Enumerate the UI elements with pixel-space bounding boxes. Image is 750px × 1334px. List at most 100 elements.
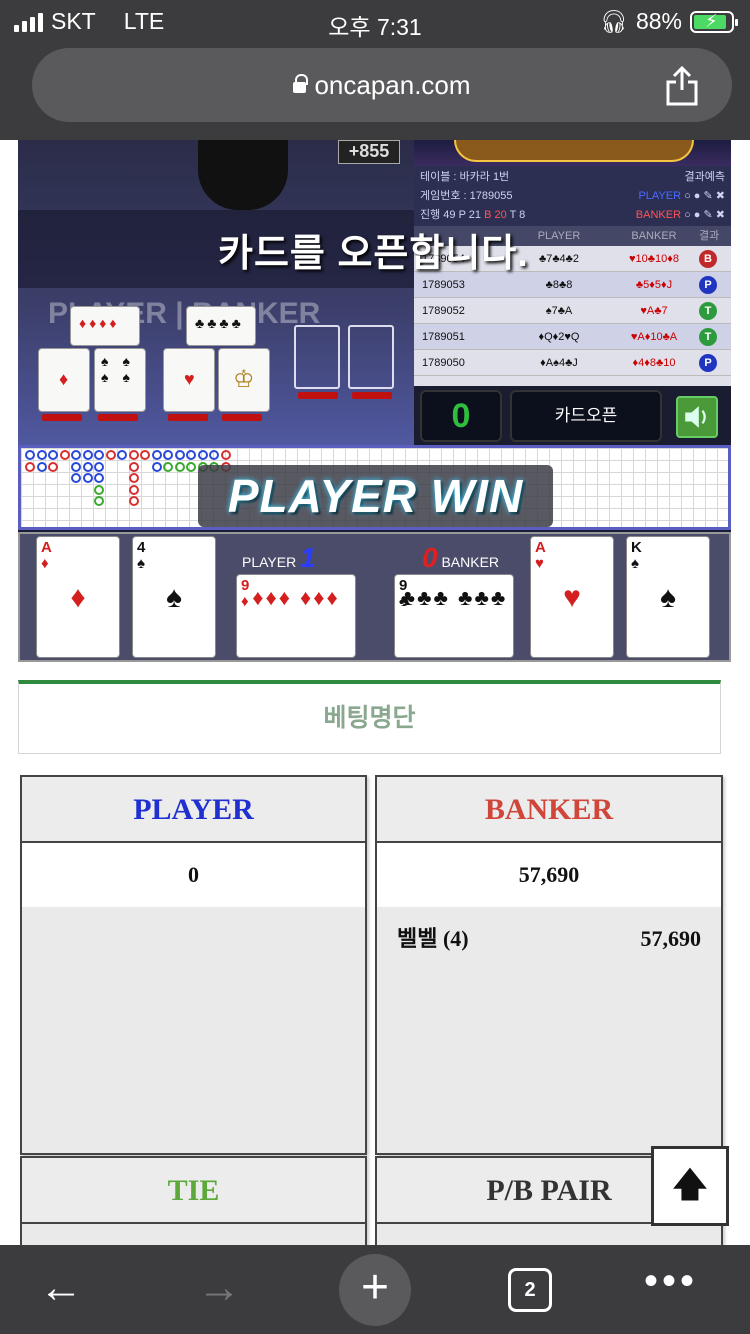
road-bead [36,461,47,472]
playing-card: K ♠ ♠ [626,536,710,658]
forward-arrow-icon[interactable]: → [188,1259,250,1321]
road-bead [94,496,104,506]
road-bead [48,461,58,472]
road-bead [151,461,162,472]
road-bead [174,461,185,472]
speaker-icon[interactable] [676,396,718,438]
card-suit: ♥ [535,555,544,572]
lock-icon [293,74,309,93]
betting-list-tab[interactable]: 베팅명단 [18,680,721,754]
battery-icon: ⚡︎ [690,10,738,33]
road-bead [71,450,81,460]
predict-banker[interactable]: BANKER ○ ● ✎ ✖ [636,206,725,225]
back-arrow-icon[interactable]: ← [30,1259,92,1321]
playing-card: 9 ♦ ♦♦♦ ♦♦♦ [236,574,356,658]
card-slot [294,325,340,389]
headphones-icon: 🎧︎ [600,8,628,34]
url-text: oncapan.com [314,70,471,100]
road-bead [94,461,104,472]
result-cards: A ♦ ♦ 4 ♠ ♠ 9 ♦ ♦♦♦ ♦♦♦ 9 ♣ ♣♣♣ ♣♣♣ A ♥ ♥ K ♠ ♠ PLAYER 1 … [18,532,731,662]
road-bead [59,450,70,460]
road-bead [117,450,127,460]
game-number: 1789051 [422,331,465,343]
card-pips: ♦♦♦ ♦♦♦ [252,585,340,610]
road-bead [128,484,139,495]
table-card: ♠♠ ♠♠ [94,348,146,412]
road-bead [186,461,196,472]
road-bead [163,461,173,472]
status-bar: SKT LTE 오후 7:31 🎧︎ 88% ⚡︎ [0,0,750,44]
banker-hand: ♣5♦5♦J [635,279,673,291]
game-controls: 0 카드오픈 [414,386,731,445]
card-rank: A [535,539,546,556]
playing-card: A ♦ ♦ [36,536,120,658]
bet-amount: 57,690 [640,926,702,951]
road-bead [82,450,93,460]
road-bead [25,450,35,460]
game-number: 1789050 [422,357,465,369]
game-number: 게임번호 : 1789055 [420,190,513,202]
road-bead [71,461,81,472]
table-card: ♔ [218,348,270,412]
history-row: 1789052 ♠7♣A ♥A♣7 T [414,298,731,324]
bettor-name: 벨벨 (4) [397,926,469,951]
card-rank: A [41,539,52,556]
player-hand: ♦Q♦2♥Q [538,331,580,343]
address-bar[interactable]: oncapan.com [32,48,732,122]
road-bead [151,450,162,460]
plus-icon[interactable]: + [339,1254,411,1326]
road-bead [94,484,104,495]
banker-hand: ♦4♦8♣10 [632,357,676,369]
table-card: ♣♣♣♣ [186,306,256,346]
result-badge: T [699,302,717,320]
player-hand: ♦A♠4♣J [540,357,578,369]
road-bead [82,473,93,483]
road-bead [174,450,185,460]
road-bead [128,496,139,506]
history-row: 1789050 ♦A♠4♣J ♦4♦8♣10 P [414,350,731,376]
win-banner: PLAYER WIN [198,465,553,527]
table-card: ♦♦♦♦ [70,306,140,346]
live-video: +855 PLAYER | BANKER ♦♦♦♦ ♣♣♣♣ ♦ ♠♠ ♠♠ ♥… [18,140,731,445]
road-bead [186,450,196,460]
card-suit: ♠ [137,555,145,572]
playing-card: 4 ♠ ♠ [132,536,216,658]
more-icon[interactable]: ••• [640,1259,702,1321]
road-bead [128,461,139,472]
baccarat-game: +855 PLAYER | BANKER ♦♦♦♦ ♣♣♣♣ ♦ ♠♠ ♠♠ ♥… [18,140,731,662]
result-badge: P [699,354,717,372]
table-card: ♦ [38,348,90,412]
battery-percent: 88% [635,8,682,34]
share-icon[interactable] [662,64,702,106]
table-card: ♥ [163,348,215,412]
round-stats: 진행 49 P 21 B 20 T 8 [420,209,526,221]
road-bead [140,450,150,460]
player-total: 0 [22,843,365,907]
player-bets-panel: PLAYER 0 [20,775,367,1155]
dealer-sign: +855 [338,140,400,164]
tabs-icon[interactable]: 2 [508,1268,552,1312]
playing-card: 9 ♣ ♣♣♣ ♣♣♣ [394,574,514,658]
banker-score-label: 0 BANKER [422,542,500,573]
card-open-button[interactable]: 카드오픈 [510,390,662,442]
card-pips: ♠ [166,581,182,614]
road-bead [48,450,58,460]
road-bead [209,450,219,460]
banker-hand: ♥A♦10♣A [630,331,678,343]
road-bead [128,473,139,483]
predict-label: 결과예측 [684,171,725,183]
dealer [198,140,288,210]
scroll-top-button[interactable]: 🡅 [651,1146,729,1226]
card-suit: ♦ [41,555,49,572]
player-score-label: PLAYER 1 [242,542,316,573]
bet-entry: 벨벨 (4) 57,690 [377,907,721,971]
card-pips: ♦ [70,581,86,614]
banker-title: BANKER [377,777,721,843]
road-bead [105,450,116,460]
result-badge: B [699,250,717,268]
predict-player[interactable]: PLAYER ○ ● ✎ ✖ [638,187,725,206]
tie-title: TIE [22,1158,365,1224]
road-bead [25,461,35,472]
card-slot [348,325,394,389]
banker-bets-panel: BANKER 57,690 벨벨 (4) 57,690 [375,775,723,1155]
